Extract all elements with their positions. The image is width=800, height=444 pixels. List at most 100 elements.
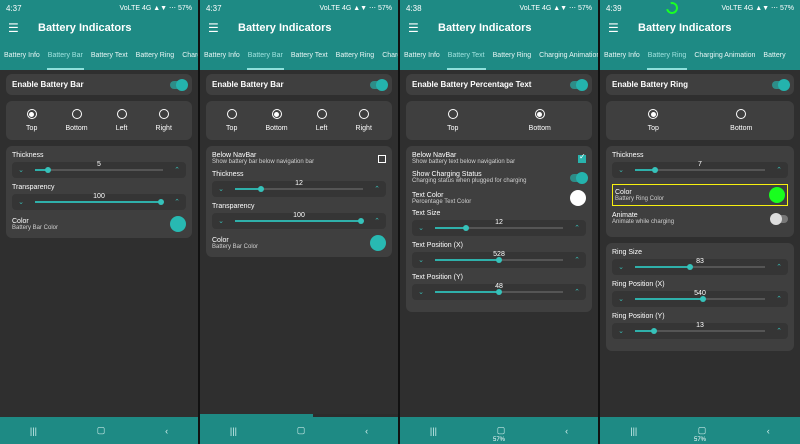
tab-battery-ring[interactable]: Battery Ring — [132, 40, 179, 70]
tab-battery[interactable]: Battery — [759, 40, 789, 70]
enable-toggle[interactable] — [570, 78, 588, 91]
chevron-up-icon[interactable]: ⌃ — [773, 263, 785, 271]
animate-toggle[interactable] — [770, 212, 788, 225]
home-icon[interactable]: ▢ — [698, 425, 707, 436]
chevron-down-icon[interactable]: ⌄ — [615, 166, 627, 174]
text-pos-x-slider[interactable]: ⌄ 528 ⌃ — [412, 251, 586, 268]
enable-toggle[interactable] — [170, 78, 188, 91]
chevron-down-icon[interactable]: ⌄ — [415, 256, 427, 264]
position-bottom[interactable]: Bottom — [265, 109, 288, 132]
back-icon[interactable]: ‹ — [565, 426, 568, 436]
chevron-up-icon[interactable]: ⌃ — [371, 217, 383, 225]
menu-icon[interactable]: ☰ — [408, 21, 424, 35]
thickness-slider[interactable]: ⌄ 7 ⌃ — [612, 161, 788, 178]
enable-card: Enable Battery Percentage Text — [406, 74, 592, 95]
chevron-up-icon[interactable]: ⌃ — [773, 295, 785, 303]
tab-charging-animation[interactable]: Charging Animation — [535, 40, 598, 70]
enable-toggle[interactable] — [370, 78, 388, 91]
recent-apps-icon[interactable]: ||| — [30, 426, 37, 436]
recent-apps-icon[interactable]: ||| — [230, 426, 237, 436]
chevron-down-icon[interactable]: ⌄ — [615, 263, 627, 271]
tab-battery-info[interactable]: Battery Info — [400, 40, 444, 70]
home-icon[interactable]: ▢ — [297, 425, 306, 436]
chevron-down-icon[interactable]: ⌄ — [215, 217, 227, 225]
chevron-down-icon[interactable]: ⌄ — [615, 295, 627, 303]
tab-battery-ring[interactable]: Battery Ring — [644, 40, 691, 70]
back-icon[interactable]: ‹ — [767, 426, 770, 436]
ring-pos-y-slider[interactable]: ⌄ 13 ⌃ — [612, 322, 788, 339]
tab-battery-ring[interactable]: Battery Ring — [332, 40, 379, 70]
position-left[interactable]: Left — [316, 109, 327, 132]
chevron-up-icon[interactable]: ⌃ — [571, 288, 583, 296]
tab-battery-ring[interactable]: Battery Ring — [489, 40, 536, 70]
color-swatch[interactable] — [170, 216, 186, 232]
tab-battery-text[interactable]: Battery Text — [87, 40, 132, 70]
ring-color-row[interactable]: Color Battery Ring Color — [612, 184, 788, 206]
enable-toggle[interactable] — [772, 78, 790, 91]
chevron-up-icon[interactable]: ⌃ — [171, 166, 183, 174]
chevron-down-icon[interactable]: ⌄ — [615, 327, 627, 335]
tab-battery-info[interactable]: Battery Info — [0, 40, 44, 70]
position-top[interactable]: Top — [226, 109, 237, 132]
color-sub: Battery Bar Color — [12, 224, 59, 231]
chevron-up-icon[interactable]: ⌃ — [773, 166, 785, 174]
tab-battery-text[interactable]: Battery Text — [287, 40, 332, 70]
text-pos-y-slider[interactable]: ⌄ 48 ⌃ — [412, 283, 586, 300]
tab-battery-info[interactable]: Battery Info — [200, 40, 244, 70]
tab-charging-animation[interactable]: Charging Animation — [690, 40, 759, 70]
menu-icon[interactable]: ☰ — [8, 21, 24, 35]
home-icon[interactable]: ▢ — [97, 425, 106, 436]
tab-battery-info[interactable]: Battery Info — [600, 40, 644, 70]
menu-icon[interactable]: ☰ — [608, 21, 624, 35]
chevron-up-icon[interactable]: ⌃ — [773, 327, 785, 335]
tab-battery-bar[interactable]: Battery Bar — [44, 40, 87, 70]
position-bottom[interactable]: Bottom — [65, 109, 88, 132]
tab-charging[interactable]: Charging — [178, 40, 198, 70]
color-swatch[interactable] — [769, 187, 785, 203]
status-bar: 4:38 VoLTE 4G ▲▼ ⋯ 57% — [400, 0, 598, 16]
chevron-up-icon[interactable]: ⌃ — [371, 185, 383, 193]
text-pos-y-label: Text Position (Y) — [412, 274, 463, 281]
thickness-slider[interactable]: ⌄ 12 ⌃ — [212, 180, 386, 197]
below-navbar-sub: Show battery bar below navigation bar — [212, 159, 315, 165]
position-bottom[interactable]: Bottom — [529, 109, 551, 132]
position-top[interactable]: Top — [26, 109, 37, 132]
thickness-slider[interactable]: ⌄ 5 ⌃ — [12, 161, 186, 178]
chevron-up-icon[interactable]: ⌃ — [171, 198, 183, 206]
back-icon[interactable]: ‹ — [165, 426, 168, 436]
position-top[interactable]: Top — [447, 109, 458, 132]
tab-charging[interactable]: Chargingp — [378, 40, 398, 70]
text-color-swatch[interactable] — [570, 190, 586, 206]
position-bottom[interactable]: Bottom — [730, 109, 752, 132]
chevron-up-icon[interactable]: ⌃ — [571, 224, 583, 232]
ring-size-slider[interactable]: ⌄ 83 ⌃ — [612, 258, 788, 275]
position-right[interactable]: Right — [356, 109, 372, 132]
text-size-slider[interactable]: ⌄ 12 ⌃ — [412, 219, 586, 236]
back-icon[interactable]: ‹ — [365, 426, 368, 436]
tab-battery-text[interactable]: Battery Text — [444, 40, 489, 70]
charging-status-toggle[interactable] — [570, 171, 588, 184]
position-right[interactable]: Right — [156, 109, 172, 132]
nav-bar: ||| ▢ ‹ 57% — [600, 417, 800, 444]
chevron-down-icon[interactable]: ⌄ — [415, 288, 427, 296]
chevron-down-icon[interactable]: ⌄ — [215, 185, 227, 193]
transparency-slider[interactable]: ⌄ 100 ⌃ — [12, 193, 186, 210]
recent-apps-icon[interactable]: ||| — [630, 426, 637, 436]
ring-pos-x-slider[interactable]: ⌄ 540 ⌃ — [612, 290, 788, 307]
transparency-slider[interactable]: ⌄ 100 ⌃ — [212, 212, 386, 229]
menu-icon[interactable]: ☰ — [208, 21, 224, 35]
position-top[interactable]: Top — [648, 109, 659, 132]
chevron-down-icon[interactable]: ⌄ — [415, 224, 427, 232]
tab-battery-bar[interactable]: Battery Bar — [244, 40, 287, 70]
chevron-up-icon[interactable]: ⌃ — [571, 256, 583, 264]
chevron-down-icon[interactable]: ⌄ — [15, 198, 27, 206]
home-icon[interactable]: ▢ — [497, 425, 506, 436]
animate-sub: Animate while charging — [612, 219, 675, 225]
color-swatch[interactable] — [370, 235, 386, 251]
position-left[interactable]: Left — [116, 109, 127, 132]
chevron-down-icon[interactable]: ⌄ — [15, 166, 27, 174]
recent-apps-icon[interactable]: ||| — [430, 426, 437, 436]
app-bar: ☰ Battery Indicators — [400, 16, 598, 40]
below-navbar-checkbox[interactable] — [578, 152, 586, 163]
below-navbar-checkbox[interactable] — [378, 154, 386, 163]
